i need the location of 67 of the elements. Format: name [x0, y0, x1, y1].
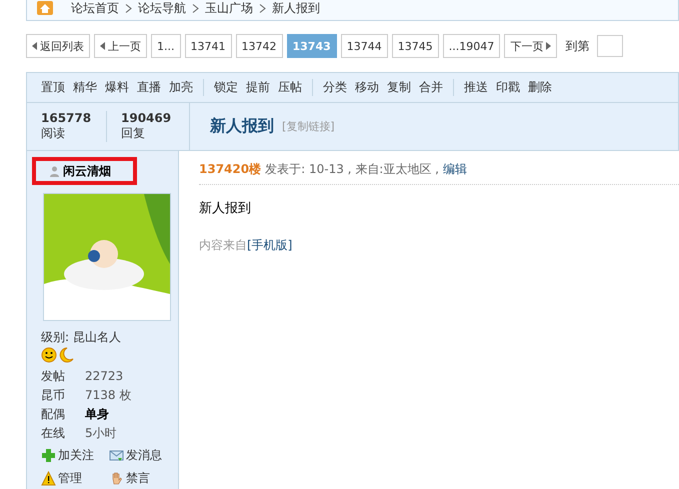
page-button[interactable]: 13742 — [236, 34, 282, 58]
warning-icon — [41, 471, 56, 486]
user-action-link[interactable]: 加关注 — [41, 447, 109, 464]
moderation-link[interactable]: 爆料 — [105, 79, 129, 96]
field-value: 单身 — [85, 406, 110, 423]
field-label: 发帖 — [41, 368, 66, 385]
triangle-right-icon — [546, 42, 552, 50]
breadcrumb-link[interactable]: 新人报到 — [272, 0, 320, 16]
stat-label: 回复 — [121, 125, 146, 142]
edit-link[interactable]: 编辑 — [442, 161, 467, 178]
home-icon[interactable] — [37, 1, 53, 15]
field-value: 5小时 — [85, 425, 118, 442]
field-label: 配偶 — [41, 406, 66, 423]
chevron-right-icon — [125, 4, 132, 12]
moderation-link[interactable]: 置顶 — [41, 79, 65, 96]
triangle-left-icon — [32, 42, 37, 50]
page-button[interactable]: 13741 — [184, 34, 232, 58]
post-meta: 发表于: 10-13 , 来自:亚太地区 , — [265, 161, 439, 178]
post-source: 内容来自[手机版] — [199, 237, 294, 254]
page-number-field[interactable] — [597, 35, 624, 57]
post-body: 新人报到 — [199, 200, 252, 217]
plus-icon — [41, 448, 56, 463]
stat-value: 190469 — [121, 111, 172, 125]
field-value: 22723 — [85, 368, 124, 385]
moderation-link[interactable]: 分类 — [323, 79, 347, 96]
moderation-link[interactable]: 精华 — [73, 79, 97, 96]
chevron-right-icon — [192, 4, 199, 12]
author-name[interactable]: 闲云清烟 — [63, 162, 111, 180]
floor-number: 137420楼 — [199, 161, 262, 178]
chevron-right-icon — [259, 4, 266, 12]
moderation-link[interactable]: 推送 — [464, 79, 488, 96]
breadcrumb-link[interactable]: 论坛首页 — [71, 0, 119, 16]
moderation-link[interactable]: 压帖 — [278, 79, 302, 96]
mobile-version-link[interactable]: [手机版] — [247, 238, 292, 252]
page-button[interactable]: 1... — [151, 34, 180, 58]
page-button[interactable]: ...19047 — [442, 34, 500, 58]
moderation-link[interactable]: 复制 — [387, 79, 411, 96]
page-button[interactable]: 13745 — [392, 34, 439, 58]
previous-page-button[interactable]: 上一页 — [94, 34, 147, 58]
field-label: 在线 — [41, 425, 66, 442]
user-action-link[interactable]: 发消息 — [109, 447, 178, 464]
field-label: 昆币 — [41, 387, 66, 404]
moderation-link[interactable]: 直播 — [137, 79, 161, 96]
moderation-link[interactable]: 删除 — [528, 79, 552, 96]
moderation-link[interactable]: 锁定 — [214, 79, 238, 96]
envelope-icon — [109, 448, 124, 463]
thread-title: 新人报到 — [210, 116, 274, 137]
stat-label: 阅读 — [41, 125, 66, 142]
goto-label: 到第 — [565, 38, 590, 54]
page-button[interactable]: 13744 — [340, 34, 388, 58]
triangle-left-icon — [100, 42, 105, 50]
user-action-link[interactable]: 管理 — [41, 470, 109, 487]
user-icon — [50, 166, 59, 176]
user-level: 级别: 昆山名人 — [41, 329, 122, 346]
moderation-link[interactable]: 印戳 — [496, 79, 520, 96]
user-action-link[interactable]: 禁言 — [109, 470, 178, 487]
moderation-link[interactable]: 加亮 — [169, 79, 193, 96]
breadcrumb-link[interactable]: 玉山广场 — [205, 0, 253, 16]
back-to-list-button[interactable]: 返回列表 — [26, 34, 90, 58]
next-page-button[interactable]: 下一页 — [504, 34, 558, 58]
moderation-link[interactable]: 移动 — [355, 79, 379, 96]
stat-value: 165778 — [41, 111, 92, 125]
field-value: 7138 枚 — [85, 387, 132, 404]
moderation-link[interactable]: 提前 — [246, 79, 270, 96]
breadcrumb-link[interactable]: 论坛导航 — [138, 0, 186, 16]
moderation-link[interactable]: 合并 — [419, 79, 443, 96]
rank-icon — [41, 347, 75, 363]
